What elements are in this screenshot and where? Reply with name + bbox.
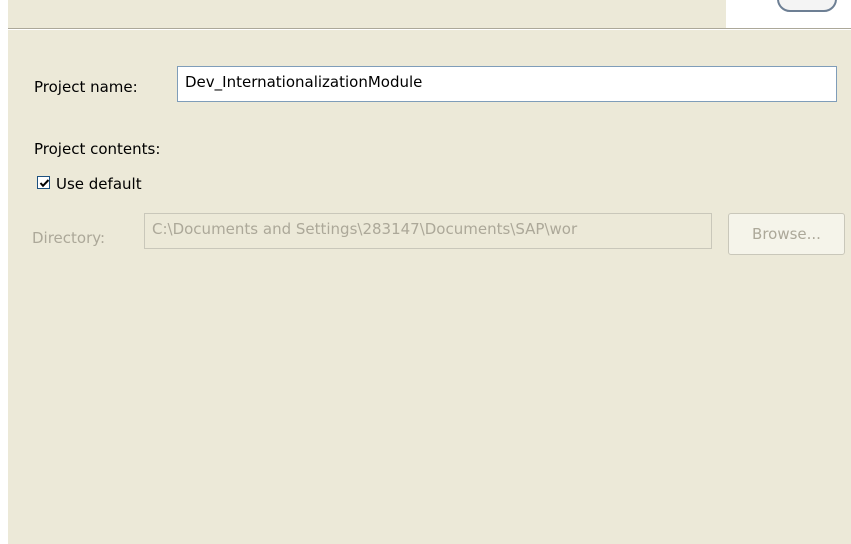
header-button[interactable] <box>777 0 837 12</box>
header-banner <box>726 0 851 28</box>
directory-label: Directory: <box>32 229 106 247</box>
header-separator <box>8 28 851 30</box>
use-default-checkbox[interactable] <box>37 176 50 189</box>
browse-button[interactable]: Browse... <box>728 213 845 255</box>
project-name-input[interactable]: Dev_InternationalizationModule <box>177 66 837 102</box>
checkmark-icon <box>39 179 50 188</box>
project-name-label: Project name: <box>34 78 138 96</box>
use-default-label: Use default <box>56 175 142 193</box>
wizard-page: Project name: Dev_InternationalizationMo… <box>8 0 851 544</box>
directory-input[interactable]: C:\Documents and Settings\283147\Documen… <box>144 213 712 249</box>
project-contents-label: Project contents: <box>34 140 161 158</box>
wizard-header <box>8 0 851 28</box>
